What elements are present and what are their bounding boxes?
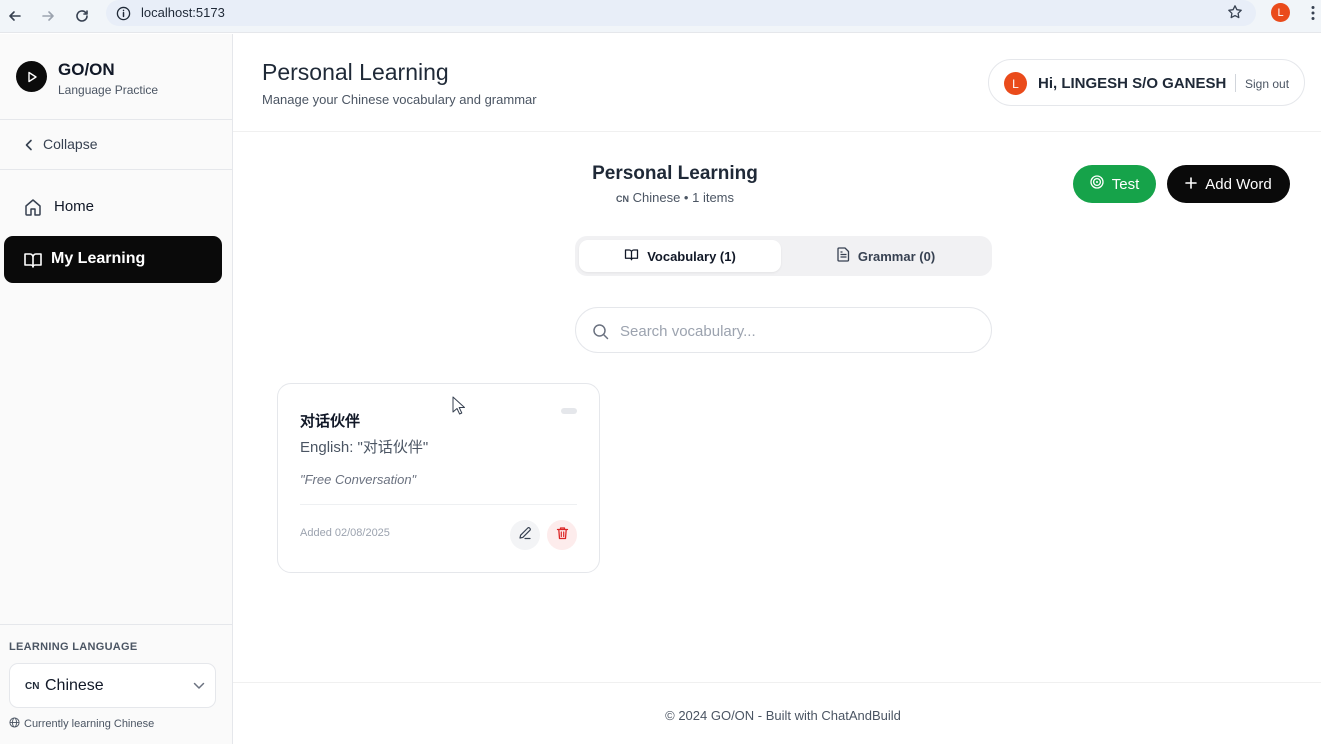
- browser-toolbar: localhost:5173 L: [0, 0, 1321, 33]
- avatar[interactable]: L: [1004, 72, 1027, 95]
- page-title: Personal Learning: [262, 59, 449, 85]
- edit-button[interactable]: [510, 520, 540, 550]
- browser-profile-avatar[interactable]: L: [1271, 3, 1290, 22]
- card-english: English: "对话伙伴": [300, 439, 429, 456]
- page-footer: © 2024 GO/ON - Built with ChatAndBuild: [233, 682, 1321, 744]
- search-box: [575, 307, 992, 353]
- bookmark-star-icon[interactable]: [1224, 1, 1246, 23]
- back-icon[interactable]: [3, 4, 27, 28]
- tab-grammar[interactable]: Grammar (0): [785, 240, 987, 272]
- card-word: 对话伙伴: [300, 413, 361, 430]
- brand-subtitle: Language Practice: [58, 83, 159, 97]
- sidebar-item-home[interactable]: Home: [4, 183, 222, 230]
- search-icon: [590, 321, 610, 341]
- add-word-button-label: Add Word: [1205, 175, 1272, 193]
- user-greeting: Hi, LINGESH S/O GANESH: [1038, 75, 1227, 92]
- section-title: Personal Learning: [592, 163, 758, 184]
- tab-label: Vocabulary (1): [647, 248, 736, 264]
- card-example: "Free Conversation": [300, 472, 417, 487]
- address-bar[interactable]: localhost:5173: [106, 0, 1256, 26]
- user-menu: L Hi, LINGESH S/O GANESH Sign out: [988, 59, 1305, 106]
- globe-icon: [9, 717, 20, 731]
- delete-button[interactable]: [547, 520, 577, 550]
- chevron-left-icon: [22, 137, 36, 153]
- language-note: Currently learning Chinese: [9, 717, 154, 731]
- language-section: LEARNING LANGUAGE CN Chinese Currently l…: [0, 624, 232, 744]
- search-input[interactable]: [620, 318, 980, 344]
- page-header: Personal Learning Manage your Chinese vo…: [233, 34, 1321, 132]
- mouse-cursor-icon: [452, 396, 465, 415]
- test-button[interactable]: Test: [1073, 165, 1156, 203]
- language-select[interactable]: CN Chinese: [9, 663, 216, 708]
- sidebar-item-my-learning[interactable]: My Learning: [4, 236, 222, 283]
- tab-label: Grammar (0): [857, 248, 936, 264]
- play-logo-icon: [16, 61, 47, 92]
- card-status-indicator: [561, 408, 577, 414]
- book-open-icon: [624, 247, 639, 265]
- brand: GO/ON Language Practice: [0, 34, 232, 120]
- url-text[interactable]: localhost:5173: [141, 5, 225, 20]
- divider: [300, 504, 577, 505]
- language-heading: LEARNING LANGUAGE: [9, 641, 138, 653]
- add-word-button[interactable]: Add Word: [1167, 165, 1290, 203]
- plus-icon: [1185, 176, 1198, 193]
- book-open-icon: [22, 249, 44, 271]
- vocabulary-card[interactable]: 对话伙伴 English: "对话伙伴" "Free Conversation"…: [277, 383, 600, 573]
- card-added-date: Added 02/08/2025: [300, 527, 390, 539]
- divider: [1235, 74, 1236, 92]
- language-code: CN: [616, 194, 629, 204]
- test-button-label: Test: [1111, 175, 1140, 193]
- reload-icon[interactable]: [70, 4, 94, 28]
- chevron-down-icon: [191, 678, 207, 694]
- language-name: Chinese: [45, 677, 104, 694]
- trash-icon: [556, 526, 569, 545]
- sidebar: GO/ON Language Practice Collapse Home My…: [0, 34, 233, 744]
- pencil-icon: [518, 526, 532, 545]
- sidebar-item-label: My Learning: [51, 250, 146, 267]
- brand-title: GO/ON: [58, 60, 115, 79]
- section-meta: CN Chinese • 1 items: [533, 190, 817, 205]
- target-icon: [1090, 175, 1104, 193]
- browser-menu-icon[interactable]: [1305, 2, 1321, 24]
- page-subtitle: Manage your Chinese vocabulary and gramm…: [262, 92, 537, 107]
- home-icon: [22, 196, 44, 218]
- collapse-label: Collapse: [43, 136, 98, 152]
- section-meta-text: Chinese • 1 items: [632, 190, 734, 205]
- footer-text: © 2024 GO/ON - Built with ChatAndBuild: [665, 708, 901, 723]
- language-note-text: Currently learning Chinese: [24, 718, 155, 730]
- document-icon: [837, 247, 850, 265]
- language-code: CN: [25, 681, 40, 692]
- tab-vocabulary[interactable]: Vocabulary (1): [579, 240, 781, 272]
- sidebar-item-label: Home: [54, 198, 95, 215]
- sign-out-button[interactable]: Sign out: [1245, 77, 1289, 91]
- site-info-icon[interactable]: [114, 4, 132, 22]
- forward-icon[interactable]: [36, 4, 60, 28]
- content-tabs: Vocabulary (1) Grammar (0): [575, 236, 992, 276]
- collapse-button[interactable]: Collapse: [0, 120, 232, 170]
